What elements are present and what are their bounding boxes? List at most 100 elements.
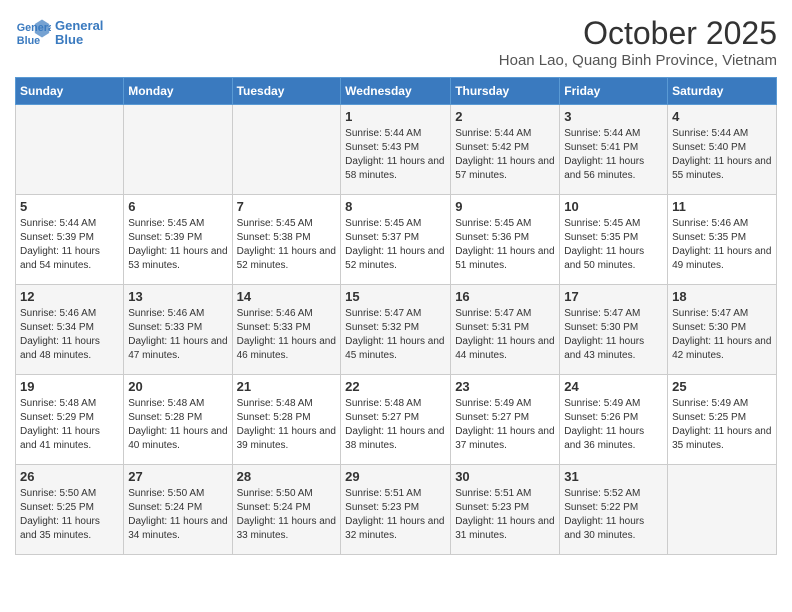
calendar-cell: 7Sunrise: 5:45 AMSunset: 5:38 PMDaylight… [232, 195, 341, 285]
day-info: Sunrise: 5:47 AMSunset: 5:31 PMDaylight:… [455, 307, 555, 363]
calendar-cell: 1Sunrise: 5:44 AMSunset: 5:43 PMDaylight… [341, 105, 451, 195]
calendar-cell [668, 465, 777, 555]
day-info: Sunrise: 5:50 AMSunset: 5:24 PMDaylight:… [128, 487, 227, 543]
calendar-cell: 8 Sunrise: 5:45 AMSunset: 5:37 PMDaylight… [341, 195, 451, 285]
calendar-cell: 19 Sunrise: 5:48 AMSunset: 5:29 PMDayligh… [16, 375, 124, 465]
day-number: 17 [564, 289, 663, 304]
day-number: 13 [128, 289, 227, 304]
calendar-cell: 20Sunrise: 5:48 AMSunset: 5:28 PMDayligh… [124, 375, 232, 465]
logo: General Blue General Blue [15, 15, 103, 51]
day-number: 14 [237, 289, 337, 304]
month-title: October 2025 [499, 15, 777, 52]
calendar-cell: 2 Sunrise: 5:44 AMSunset: 5:42 PMDaylight… [451, 105, 560, 195]
day-number: 15 [345, 289, 446, 304]
week-row-1: 1Sunrise: 5:44 AMSunset: 5:43 PMDaylight… [16, 105, 777, 195]
calendar-cell: 9Sunrise: 5:45 AMSunset: 5:36 PMDaylight… [451, 195, 560, 285]
day-info: Sunrise: 5:48 AMSunset: 5:29 PMDaylight:… [20, 397, 119, 453]
week-row-4: 19 Sunrise: 5:48 AMSunset: 5:29 PMDayligh… [16, 375, 777, 465]
day-info: Sunrise: 5:44 AMSunset: 5:39 PMDaylight:… [20, 217, 119, 273]
day-info: Sunrise: 5:45 AMSunset: 5:36 PMDaylight:… [455, 217, 555, 273]
day-number: 19 [20, 379, 119, 394]
day-header-monday: Monday [124, 78, 232, 105]
calendar-cell: 10 Sunrise: 5:45 AMSunset: 5:35 PMDayligh… [560, 195, 668, 285]
week-row-5: 26Sunrise: 5:50 AMSunset: 5:25 PMDayligh… [16, 465, 777, 555]
day-info: Sunrise: 5:51 AMSunset: 5:23 PMDaylight:… [455, 487, 555, 543]
logo-line1: General [55, 19, 103, 33]
calendar-cell: 11Sunrise: 5:46 AMSunset: 5:35 PMDayligh… [668, 195, 777, 285]
day-number: 11 [672, 199, 772, 214]
day-info: Sunrise: 5:51 AMSunset: 5:23 PMDaylight:… [345, 487, 446, 543]
subtitle: Hoan Lao, Quang Binh Province, Vietnam [499, 52, 777, 69]
day-info: Sunrise: 5:44 AMSunset: 5:42 PMDaylight:… [455, 127, 555, 183]
calendar-cell: 3 Sunrise: 5:44 AMSunset: 5:41 PMDaylight… [560, 105, 668, 195]
day-header-saturday: Saturday [668, 78, 777, 105]
calendar-cell: 15 Sunrise: 5:47 AMSunset: 5:32 PMDayligh… [341, 285, 451, 375]
day-number: 27 [128, 469, 227, 484]
day-info: Sunrise: 5:48 AMSunset: 5:28 PMDaylight:… [237, 397, 337, 453]
day-number: 29 [345, 469, 446, 484]
logo-icon: General Blue [15, 15, 51, 51]
calendar-cell: 28 Sunrise: 5:50 AMSunset: 5:24 PMDayligh… [232, 465, 341, 555]
day-number: 31 [564, 469, 663, 484]
day-info: Sunrise: 5:44 AMSunset: 5:41 PMDaylight:… [564, 127, 663, 183]
day-header-tuesday: Tuesday [232, 78, 341, 105]
day-info: Sunrise: 5:47 AMSunset: 5:30 PMDaylight:… [672, 307, 772, 363]
day-number: 25 [672, 379, 772, 394]
logo-line2: Blue [55, 33, 103, 47]
day-number: 23 [455, 379, 555, 394]
calendar-cell [124, 105, 232, 195]
calendar-cell: 14Sunrise: 5:46 AMSunset: 5:33 PMDayligh… [232, 285, 341, 375]
day-number: 10 [564, 199, 663, 214]
day-info: Sunrise: 5:46 AMSunset: 5:34 PMDaylight:… [20, 307, 119, 363]
calendar-cell: 29 Sunrise: 5:51 AMSunset: 5:23 PMDayligh… [341, 465, 451, 555]
day-number: 4 [672, 109, 772, 124]
calendar-cell: 26Sunrise: 5:50 AMSunset: 5:25 PMDayligh… [16, 465, 124, 555]
day-number: 30 [455, 469, 555, 484]
day-number: 28 [237, 469, 337, 484]
calendar-cell: 12 Sunrise: 5:46 AMSunset: 5:34 PMDayligh… [16, 285, 124, 375]
day-info: Sunrise: 5:49 AMSunset: 5:27 PMDaylight:… [455, 397, 555, 453]
day-header-thursday: Thursday [451, 78, 560, 105]
day-header-sunday: Sunday [16, 78, 124, 105]
day-info: Sunrise: 5:46 AMSunset: 5:33 PMDaylight:… [128, 307, 227, 363]
calendar-cell: 24Sunrise: 5:49 AMSunset: 5:26 PMDayligh… [560, 375, 668, 465]
calendar-cell: 27 Sunrise: 5:50 AMSunset: 5:24 PMDayligh… [124, 465, 232, 555]
calendar-cell [232, 105, 341, 195]
day-header-wednesday: Wednesday [341, 78, 451, 105]
title-block: October 2025 Hoan Lao, Quang Binh Provin… [499, 15, 777, 69]
calendar-cell: 5 Sunrise: 5:44 AMSunset: 5:39 PMDaylight… [16, 195, 124, 285]
day-number: 2 [455, 109, 555, 124]
day-number: 8 [345, 199, 446, 214]
calendar-cell: 17Sunrise: 5:47 AMSunset: 5:30 PMDayligh… [560, 285, 668, 375]
day-info: Sunrise: 5:48 AMSunset: 5:27 PMDaylight:… [345, 397, 446, 453]
day-info: Sunrise: 5:47 AMSunset: 5:32 PMDaylight:… [345, 307, 446, 363]
day-number: 21 [237, 379, 337, 394]
day-number: 3 [564, 109, 663, 124]
day-header-friday: Friday [560, 78, 668, 105]
page-header: General Blue General Blue October 2025 H… [15, 15, 777, 69]
day-number: 5 [20, 199, 119, 214]
calendar-cell: 16 Sunrise: 5:47 AMSunset: 5:31 PMDayligh… [451, 285, 560, 375]
day-info: Sunrise: 5:49 AMSunset: 5:25 PMDaylight:… [672, 397, 772, 453]
calendar-cell: 6 Sunrise: 5:45 AMSunset: 5:39 PMDaylight… [124, 195, 232, 285]
day-info: Sunrise: 5:50 AMSunset: 5:24 PMDaylight:… [237, 487, 337, 543]
day-info: Sunrise: 5:45 AMSunset: 5:35 PMDaylight:… [564, 217, 663, 273]
calendar-cell: 31 Sunrise: 5:52 AMSunset: 5:22 PMDayligh… [560, 465, 668, 555]
calendar-cell: 23 Sunrise: 5:49 AMSunset: 5:27 PMDayligh… [451, 375, 560, 465]
day-info: Sunrise: 5:50 AMSunset: 5:25 PMDaylight:… [20, 487, 119, 543]
day-info: Sunrise: 5:52 AMSunset: 5:22 PMDaylight:… [564, 487, 663, 543]
day-number: 22 [345, 379, 446, 394]
day-number: 12 [20, 289, 119, 304]
calendar-cell: 21 Sunrise: 5:48 AMSunset: 5:28 PMDayligh… [232, 375, 341, 465]
day-number: 16 [455, 289, 555, 304]
day-number: 1 [345, 109, 446, 124]
day-number: 20 [128, 379, 227, 394]
day-info: Sunrise: 5:45 AMSunset: 5:39 PMDaylight:… [128, 217, 227, 273]
week-row-3: 12 Sunrise: 5:46 AMSunset: 5:34 PMDayligh… [16, 285, 777, 375]
day-info: Sunrise: 5:45 AMSunset: 5:38 PMDaylight:… [237, 217, 337, 273]
calendar-cell: 4Sunrise: 5:44 AMSunset: 5:40 PMDaylight… [668, 105, 777, 195]
day-info: Sunrise: 5:45 AMSunset: 5:37 PMDaylight:… [345, 217, 446, 273]
day-info: Sunrise: 5:49 AMSunset: 5:26 PMDaylight:… [564, 397, 663, 453]
header-row: SundayMondayTuesdayWednesdayThursdayFrid… [16, 78, 777, 105]
day-number: 6 [128, 199, 227, 214]
